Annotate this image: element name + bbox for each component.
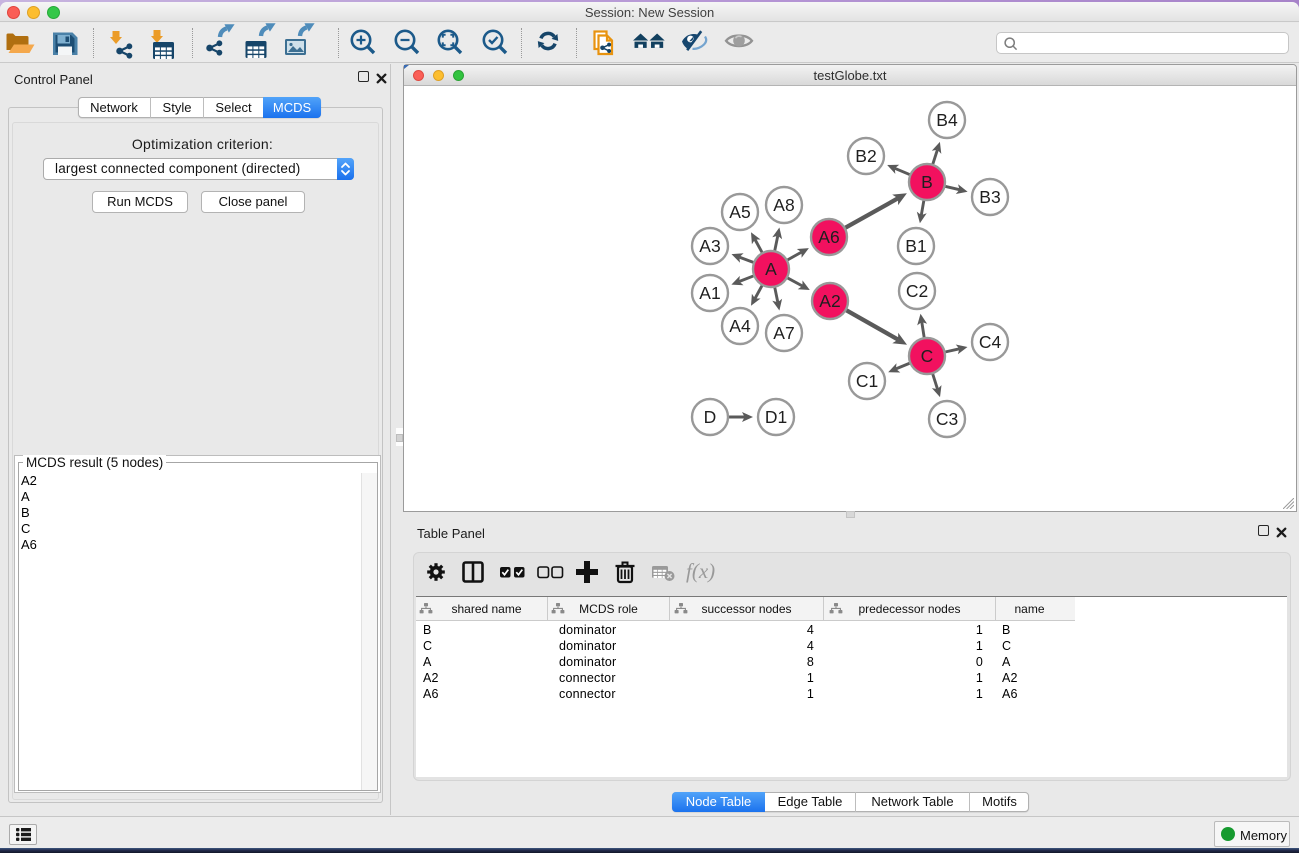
svg-text:A6: A6 — [818, 227, 839, 247]
svg-text:B2: B2 — [855, 146, 876, 166]
svg-text:C: C — [921, 346, 934, 366]
svg-text:A2: A2 — [819, 291, 840, 311]
svg-text:D1: D1 — [765, 407, 787, 427]
svg-text:f(x): f(x) — [686, 559, 715, 583]
svg-text:A1: A1 — [699, 283, 720, 303]
svg-text:D: D — [704, 407, 717, 427]
svg-text:C3: C3 — [936, 409, 958, 429]
svg-text:A4: A4 — [729, 316, 751, 336]
svg-text:A: A — [765, 259, 777, 279]
svg-text:C2: C2 — [906, 281, 928, 301]
svg-text:B4: B4 — [936, 110, 958, 130]
svg-text:B: B — [921, 172, 933, 192]
svg-text:A3: A3 — [699, 236, 720, 256]
svg-text:A7: A7 — [773, 323, 794, 343]
svg-text:C1: C1 — [856, 371, 878, 391]
svg-text:B1: B1 — [905, 236, 926, 256]
svg-text:A5: A5 — [729, 202, 750, 222]
svg-text:B3: B3 — [979, 187, 1000, 207]
svg-text:A8: A8 — [773, 195, 794, 215]
svg-text:C4: C4 — [979, 332, 1002, 352]
